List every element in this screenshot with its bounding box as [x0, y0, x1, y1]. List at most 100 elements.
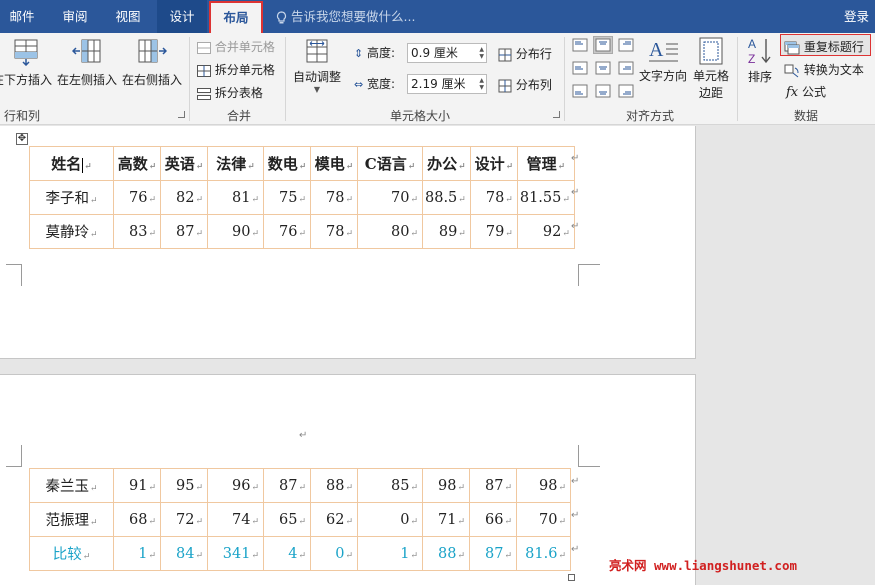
align-middle-center-button[interactable]	[594, 60, 612, 76]
insert-right-button[interactable]: 在右侧插入	[121, 38, 183, 88]
align-middle-right-button[interactable]	[617, 60, 635, 76]
table-cell-name[interactable]: 秦兰玉↵	[29, 468, 114, 503]
distribute-rows-button[interactable]: 分布行	[498, 45, 552, 62]
table-cell-score[interactable]: 87↵	[469, 536, 517, 571]
tab-review[interactable]: 审阅	[50, 0, 100, 33]
table-cell-score[interactable]: 76↵	[113, 180, 161, 215]
sort-button[interactable]: AZ 排序	[743, 36, 777, 85]
table-cell-score[interactable]: 1↵	[357, 536, 423, 571]
insert-below-button[interactable]: 在下方插入	[0, 38, 52, 88]
table-cell-score[interactable]: 75↵	[263, 180, 311, 215]
table-move-handle-icon[interactable]: ✥	[16, 133, 28, 145]
merge-cells-button[interactable]: 合并单元格	[197, 38, 275, 55]
table-header-cell[interactable]: 英语↵	[160, 146, 208, 181]
align-top-left-button[interactable]	[571, 37, 589, 53]
align-bottom-center-button[interactable]	[594, 83, 612, 99]
table-cell-score[interactable]: 76↵	[263, 214, 311, 249]
table-cell-score[interactable]: 80↵	[357, 214, 423, 249]
cell-text: 98	[438, 477, 457, 494]
table-cell-score[interactable]: 82↵	[160, 180, 208, 215]
table-cell-score[interactable]: 81.55↵	[516, 180, 575, 215]
tab-mailings[interactable]: 邮件	[0, 0, 44, 33]
table-cell-score[interactable]: 96↵	[207, 468, 264, 503]
convert-to-text-button[interactable]: 转换为文本	[784, 61, 864, 78]
table-header-cell[interactable]: 办公↵	[422, 146, 471, 181]
align-top-center-button[interactable]	[593, 36, 613, 54]
table-cell-name[interactable]: 李子和↵	[29, 180, 114, 215]
table-cell-score[interactable]: 0↵	[357, 502, 423, 537]
table-cell-score[interactable]: 87↵	[469, 468, 517, 503]
tab-table-layout[interactable]: 布局	[209, 1, 263, 34]
align-top-right-button[interactable]	[617, 37, 635, 53]
table-cell-score[interactable]: 90↵	[207, 214, 264, 249]
table-cell-score[interactable]: 87↵	[160, 214, 208, 249]
rows-cols-dialog-launcher[interactable]	[178, 111, 185, 118]
tell-me-search[interactable]: 告诉我您想要做什么...	[276, 0, 415, 33]
split-cells-button[interactable]: 拆分单元格	[197, 61, 275, 78]
table-header-cell[interactable]: 高数↵	[113, 146, 161, 181]
cell-margins-button[interactable]: 单元格 边距	[689, 36, 733, 101]
table-cell-score[interactable]: 70↵	[357, 180, 423, 215]
table-cell-score[interactable]: 79↵	[469, 214, 518, 249]
tab-table-design[interactable]: 设计	[157, 0, 207, 33]
table-cell-score[interactable]: 92↵	[516, 214, 575, 249]
table-cell-score[interactable]: 81↵	[207, 180, 264, 215]
table-cell-score[interactable]: 71↵	[422, 502, 470, 537]
table-cell-score[interactable]: 1↵	[113, 536, 161, 571]
table-cell-score[interactable]: 0↵	[310, 536, 358, 571]
spin-arrows-icon[interactable]: ▲ ▼	[479, 46, 484, 60]
table-cell-score[interactable]: 84↵	[160, 536, 208, 571]
table-cell-score[interactable]: 65↵	[263, 502, 311, 537]
align-bottom-right-button[interactable]	[617, 83, 635, 99]
table-cell-score[interactable]: 78↵	[310, 180, 358, 215]
col-width-input[interactable]: 2.19 厘米 ▲ ▼	[407, 74, 487, 94]
table-header-cell[interactable]: 模电↵	[310, 146, 358, 181]
table-header-cell[interactable]: C语言↵	[357, 146, 423, 181]
table-resize-handle[interactable]	[568, 574, 575, 581]
table-cell-name[interactable]: 比较↵	[29, 536, 114, 571]
distribute-cols-button[interactable]: 分布列	[498, 76, 552, 93]
table-cell-score[interactable]: 85↵	[357, 468, 423, 503]
table-cell-score[interactable]: 66↵	[469, 502, 517, 537]
tab-view[interactable]: 视图	[103, 0, 153, 33]
table-cell-score[interactable]: 74↵	[207, 502, 264, 537]
login-link[interactable]: 登录	[844, 0, 869, 33]
table-cell-score[interactable]: 83↵	[113, 214, 161, 249]
table-cell-score[interactable]: 88.5↵	[422, 180, 471, 215]
table-cell-score[interactable]: 87↵	[263, 468, 311, 503]
table-cell-score[interactable]: 78↵	[310, 214, 358, 249]
table-cell-score[interactable]: 341↵	[207, 536, 264, 571]
cell-size-dialog-launcher[interactable]	[553, 111, 560, 118]
table-header-cell[interactable]: 数电↵	[263, 146, 311, 181]
table-cell-score[interactable]: 98↵	[516, 468, 571, 503]
autofit-button[interactable]: 自动调整 ▼	[291, 38, 343, 94]
table-cell-score[interactable]: 78↵	[469, 180, 518, 215]
insert-left-button[interactable]: 在左侧插入	[56, 38, 118, 88]
table-cell-score[interactable]: 89↵	[422, 214, 471, 249]
table-cell-score[interactable]: 95↵	[160, 468, 208, 503]
spin-arrows-icon[interactable]: ▲ ▼	[479, 77, 484, 91]
table-header-cell[interactable]: 姓名 ↵	[29, 146, 114, 181]
align-middle-left-button[interactable]	[571, 60, 589, 76]
repeat-header-rows-button[interactable]: 重复标题行	[784, 38, 864, 55]
align-bottom-left-button[interactable]	[571, 83, 589, 99]
split-table-button[interactable]: 拆分表格	[197, 84, 263, 101]
table-cell-score[interactable]: 98↵	[422, 468, 470, 503]
row-height-input[interactable]: 0.9 厘米 ▲ ▼	[407, 43, 487, 63]
table-cell-score[interactable]: 68↵	[113, 502, 161, 537]
formula-button[interactable]: fx 公式	[786, 83, 826, 100]
table-cell-score[interactable]: 88↵	[310, 468, 358, 503]
table-cell-name[interactable]: 莫静玲↵	[29, 214, 114, 249]
table-cell-score[interactable]: 81.6↵	[516, 536, 571, 571]
table-header-cell[interactable]: 管理↵	[516, 146, 575, 181]
table-cell-score[interactable]: 4↵	[263, 536, 311, 571]
text-direction-button[interactable]: A 文字方向	[637, 36, 689, 84]
table-cell-score[interactable]: 62↵	[310, 502, 358, 537]
table-header-cell[interactable]: 法律↵	[207, 146, 264, 181]
table-cell-score[interactable]: 70↵	[516, 502, 571, 537]
table-cell-name[interactable]: 范振理↵	[29, 502, 114, 537]
table-cell-score[interactable]: 72↵	[160, 502, 208, 537]
table-header-cell[interactable]: 设计↵	[469, 146, 518, 181]
table-cell-score[interactable]: 88↵	[422, 536, 470, 571]
table-cell-score[interactable]: 91↵	[113, 468, 161, 503]
